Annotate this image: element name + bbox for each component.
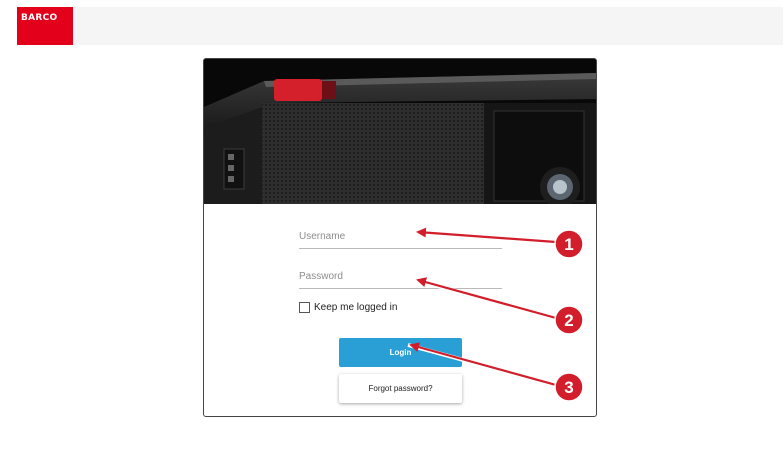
login-button[interactable]: Login	[339, 338, 462, 367]
keep-logged-in-option[interactable]: Keep me logged in	[299, 300, 397, 314]
keep-logged-in-label: Keep me logged in	[314, 301, 398, 313]
password-field[interactable]	[299, 266, 502, 289]
username-field[interactable]	[299, 226, 502, 249]
projector-hero-image	[204, 59, 596, 204]
top-bar	[17, 7, 783, 45]
login-card: Keep me logged in Login Forgot password?	[203, 58, 597, 417]
forgot-password-button[interactable]: Forgot password?	[339, 374, 462, 403]
projector-illustration	[204, 59, 596, 204]
username-input[interactable]	[299, 226, 502, 246]
keep-logged-in-checkbox[interactable]	[299, 301, 310, 313]
logo-text: BARCO	[21, 13, 58, 23]
barco-logo[interactable]: BARCO	[17, 7, 73, 45]
password-input[interactable]	[299, 266, 502, 286]
